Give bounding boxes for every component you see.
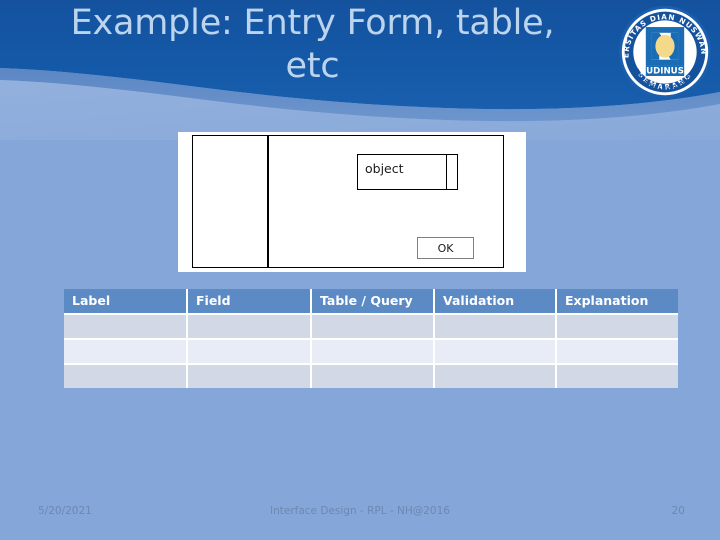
field-specification-table: Label Field Table / Query Validation Exp… (64, 289, 678, 388)
column-header-explanation: Explanation (557, 289, 678, 313)
cell-validation[interactable] (435, 363, 557, 388)
cell-table-query[interactable] (312, 313, 435, 338)
cell-label[interactable] (64, 338, 188, 363)
cell-field[interactable] (188, 363, 312, 388)
cell-explanation[interactable] (557, 363, 678, 388)
cell-label[interactable] (64, 363, 188, 388)
table-row[interactable] (64, 363, 678, 388)
column-header-table-query: Table / Query (312, 289, 435, 313)
cell-table-query[interactable] (312, 363, 435, 388)
object-field-value: object (365, 161, 404, 176)
object-combo-field[interactable]: object (357, 154, 458, 190)
cell-label[interactable] (64, 313, 188, 338)
form-left-panel-divider (267, 136, 269, 267)
dropdown-arrow-icon[interactable] (446, 155, 457, 189)
ok-button[interactable]: OK (417, 237, 474, 259)
slide-footer: 5/20/2021 Interface Design - RPL - NH@20… (0, 505, 720, 525)
cell-validation[interactable] (435, 338, 557, 363)
column-header-label: Label (64, 289, 188, 313)
table-header-row: Label Field Table / Query Validation Exp… (64, 289, 678, 313)
cell-explanation[interactable] (557, 338, 678, 363)
form-window-outline: object OK (192, 135, 504, 268)
cell-explanation[interactable] (557, 313, 678, 338)
column-header-validation: Validation (435, 289, 557, 313)
table-row[interactable] (64, 313, 678, 338)
entry-form-wireframe: object OK (178, 132, 526, 272)
udinus-logo-icon: UDINUS UNIVERSITAS DIAN NUSWANTORO SEMAR… (617, 4, 712, 99)
column-header-field: Field (188, 289, 312, 313)
cell-validation[interactable] (435, 313, 557, 338)
footer-course-label: Interface Design - RPL - NH@2016 (270, 505, 450, 517)
cell-field[interactable] (188, 313, 312, 338)
svg-text:UDINUS: UDINUS (646, 67, 684, 77)
slide: Example: Entry Form, table, etc UDINUS U… (0, 0, 720, 540)
page-title: Example: Entry Form, table, etc (70, 3, 555, 86)
cell-field[interactable] (188, 338, 312, 363)
table-row[interactable] (64, 338, 678, 363)
slide-header-band: Example: Entry Form, table, etc (0, 0, 720, 140)
cell-table-query[interactable] (312, 338, 435, 363)
footer-page-number: 20 (671, 505, 685, 517)
